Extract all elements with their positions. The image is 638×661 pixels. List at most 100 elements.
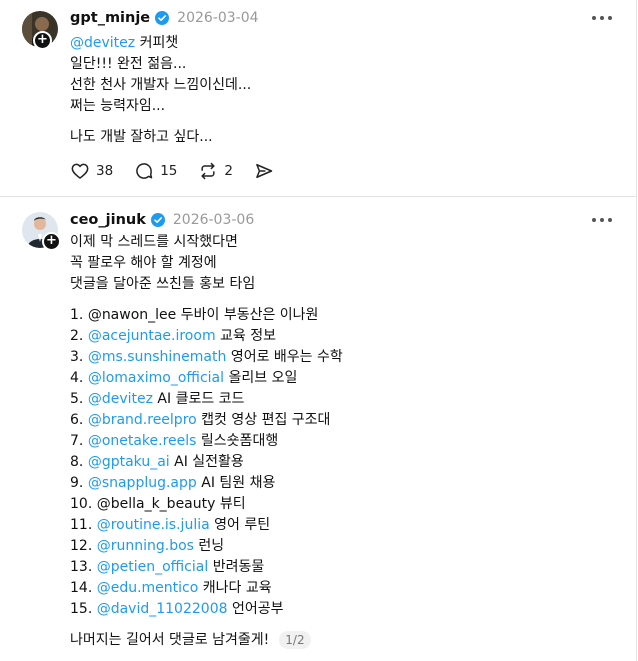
list-desc: 반려동물: [212, 559, 265, 575]
list-desc: AI 실전활용: [174, 454, 244, 470]
like-count: 38: [96, 163, 114, 179]
list-desc: 교육 정보: [220, 328, 277, 344]
list-number: 12.: [70, 538, 93, 554]
post-text-line: 나머지는 길어서 댓글로 남겨줄게! 1/2: [70, 630, 610, 651]
list-desc: 두바이 부동산은 이나원: [180, 307, 319, 323]
list-desc: 릴스숏폼대행: [200, 433, 279, 449]
feed: + gpt_minje 2026-03-04 @devitez 커피챗 일단!!…: [0, 0, 637, 661]
outro-text: 나머지는 길어서 댓글로 남겨줄게!: [70, 632, 270, 648]
list-item: 13. @petien_official 반려동물: [70, 557, 610, 578]
list-item: 2. @acejuntae.iroom 교육 정보: [70, 326, 610, 347]
page-indicator[interactable]: 1/2: [279, 631, 311, 649]
list-desc: 언어공부: [231, 601, 284, 617]
list-number: 3.: [70, 349, 84, 365]
more-icon[interactable]: [592, 215, 612, 225]
list-desc: 뷰티: [219, 496, 246, 512]
mention-link[interactable]: @ms.sunshinemath: [88, 349, 227, 365]
mention-link[interactable]: @onetake.reels: [88, 433, 197, 449]
post-header: ceo_jinuk 2026-03-06: [70, 210, 254, 230]
post-gpt-minje: + gpt_minje 2026-03-04 @devitez 커피챗 일단!!…: [0, 0, 636, 196]
list-number: 8.: [70, 454, 84, 470]
more-icon[interactable]: [592, 13, 612, 23]
action-bar: 38 15 2: [70, 160, 295, 182]
post-text-line: 선한 천사 개발자 느낌이신데...: [70, 77, 252, 93]
handle-text: @nawon_lee: [87, 307, 177, 323]
share-button[interactable]: [254, 161, 274, 181]
list-desc: 캐나다 교육: [202, 580, 272, 596]
mention-link[interactable]: @lomaximo_official: [88, 370, 224, 386]
repost-count: 2: [224, 163, 233, 179]
post-header: gpt_minje 2026-03-04: [70, 8, 259, 28]
post-ceo-jinuk: + ceo_jinuk 2026-03-06 이제 막 스레드를 시작했다면 꼭…: [0, 197, 636, 661]
list-desc: AI 팀원 채용: [201, 475, 276, 491]
mention-link[interactable]: @edu.mentico: [97, 580, 199, 596]
mention-link[interactable]: @brand.reelpro: [88, 412, 197, 428]
mention-link[interactable]: @devitez: [70, 35, 135, 51]
list-item: 12. @running.bos 런닝: [70, 536, 610, 557]
mention-link[interactable]: @david_11022008: [97, 601, 228, 617]
post-text-line: 꼭 팔로우 해야 할 계정에: [70, 255, 217, 271]
mention-link[interactable]: @gptaku_ai: [88, 454, 170, 470]
list-number: 6.: [70, 412, 84, 428]
list-item: 11. @routine.is.julia 영어 루틴: [70, 515, 610, 536]
post-text-line: 쩌는 능력자임...: [70, 98, 166, 114]
list-desc: AI 클로드 코드: [157, 391, 245, 407]
mention-link[interactable]: @snapplug.app: [88, 475, 197, 491]
list-desc: 영어 루틴: [214, 517, 271, 533]
mention-link[interactable]: @petien_official: [97, 559, 209, 575]
timestamp[interactable]: 2026-03-06: [173, 212, 254, 228]
handle-text: @bella_k_beauty: [96, 496, 216, 512]
comment-icon: [136, 163, 153, 179]
list-item: 10. @bella_k_beauty 뷰티: [70, 494, 610, 515]
list-item: 14. @edu.mentico 캐나다 교육: [70, 578, 610, 599]
reply-button[interactable]: 15: [134, 161, 177, 181]
list-number: 1.: [70, 307, 84, 323]
post-body: 이제 막 스레드를 시작했다면 꼭 팔로우 해야 할 계정에 댓글을 달아준 쓰…: [70, 232, 610, 651]
reply-count: 15: [160, 163, 178, 179]
list-desc: 영어로 배우는 수학: [230, 349, 343, 365]
list-item: 9. @snapplug.app AI 팀원 채용: [70, 473, 610, 494]
mention-link[interactable]: @acejuntae.iroom: [88, 328, 216, 344]
follow-plus-icon[interactable]: +: [33, 31, 52, 50]
list-number: 15.: [70, 601, 93, 617]
list-item: 5. @devitez AI 클로드 코드: [70, 389, 610, 410]
list-item: 8. @gptaku_ai AI 실전활용: [70, 452, 610, 473]
heart-icon: [71, 163, 89, 179]
list-item: 4. @lomaximo_official 올리브 오일: [70, 368, 610, 389]
username[interactable]: ceo_jinuk: [70, 212, 146, 228]
repost-button[interactable]: 2: [198, 161, 233, 181]
follow-plus-icon[interactable]: +: [42, 232, 61, 251]
list-item: 6. @brand.reelpro 캡컷 영상 편집 구조대: [70, 410, 610, 431]
post-text-line: 이제 막 스레드를 시작했다면: [70, 234, 238, 250]
post-text-line: 댓글을 달아준 쓰친들 홍보 타임: [70, 276, 256, 292]
post-text-line: 커피챗: [139, 35, 179, 51]
verified-icon: [150, 213, 165, 227]
timestamp[interactable]: 2026-03-04: [177, 10, 258, 26]
mention-link[interactable]: @running.bos: [97, 538, 194, 554]
list-number: 9.: [70, 475, 84, 491]
mention-link[interactable]: @devitez: [88, 391, 153, 407]
repost-icon: [201, 162, 215, 180]
post-body: @devitez 커피챗 일단!!! 완전 젊음... 선한 천사 개발자 느낌…: [70, 33, 610, 148]
list-number: 7.: [70, 433, 84, 449]
post-text-line: 나도 개발 잘하고 싶다...: [70, 129, 213, 145]
list-number: 4.: [70, 370, 84, 386]
list-item: 7. @onetake.reels 릴스숏폼대행: [70, 431, 610, 452]
mention-link[interactable]: @routine.is.julia: [97, 517, 210, 533]
username[interactable]: gpt_minje: [70, 10, 150, 26]
list-desc: 캡컷 영상 편집 구조대: [201, 412, 331, 428]
list-number: 2.: [70, 328, 84, 344]
like-button[interactable]: 38: [70, 161, 113, 181]
share-icon: [256, 164, 273, 178]
list-desc: 런닝: [198, 538, 225, 554]
list-number: 13.: [70, 559, 93, 575]
list-number: 10.: [70, 496, 93, 512]
list-number: 5.: [70, 391, 84, 407]
verified-icon: [155, 11, 170, 25]
list-desc: 올리브 오일: [228, 370, 298, 386]
list-number: 14.: [70, 580, 93, 596]
list-number: 11.: [70, 517, 93, 533]
list-item: 15. @david_11022008 언어공부: [70, 599, 610, 620]
list-item: 1. @nawon_lee 두바이 부동산은 이나원: [70, 305, 610, 326]
list-item: 3. @ms.sunshinemath 영어로 배우는 수학: [70, 347, 610, 368]
